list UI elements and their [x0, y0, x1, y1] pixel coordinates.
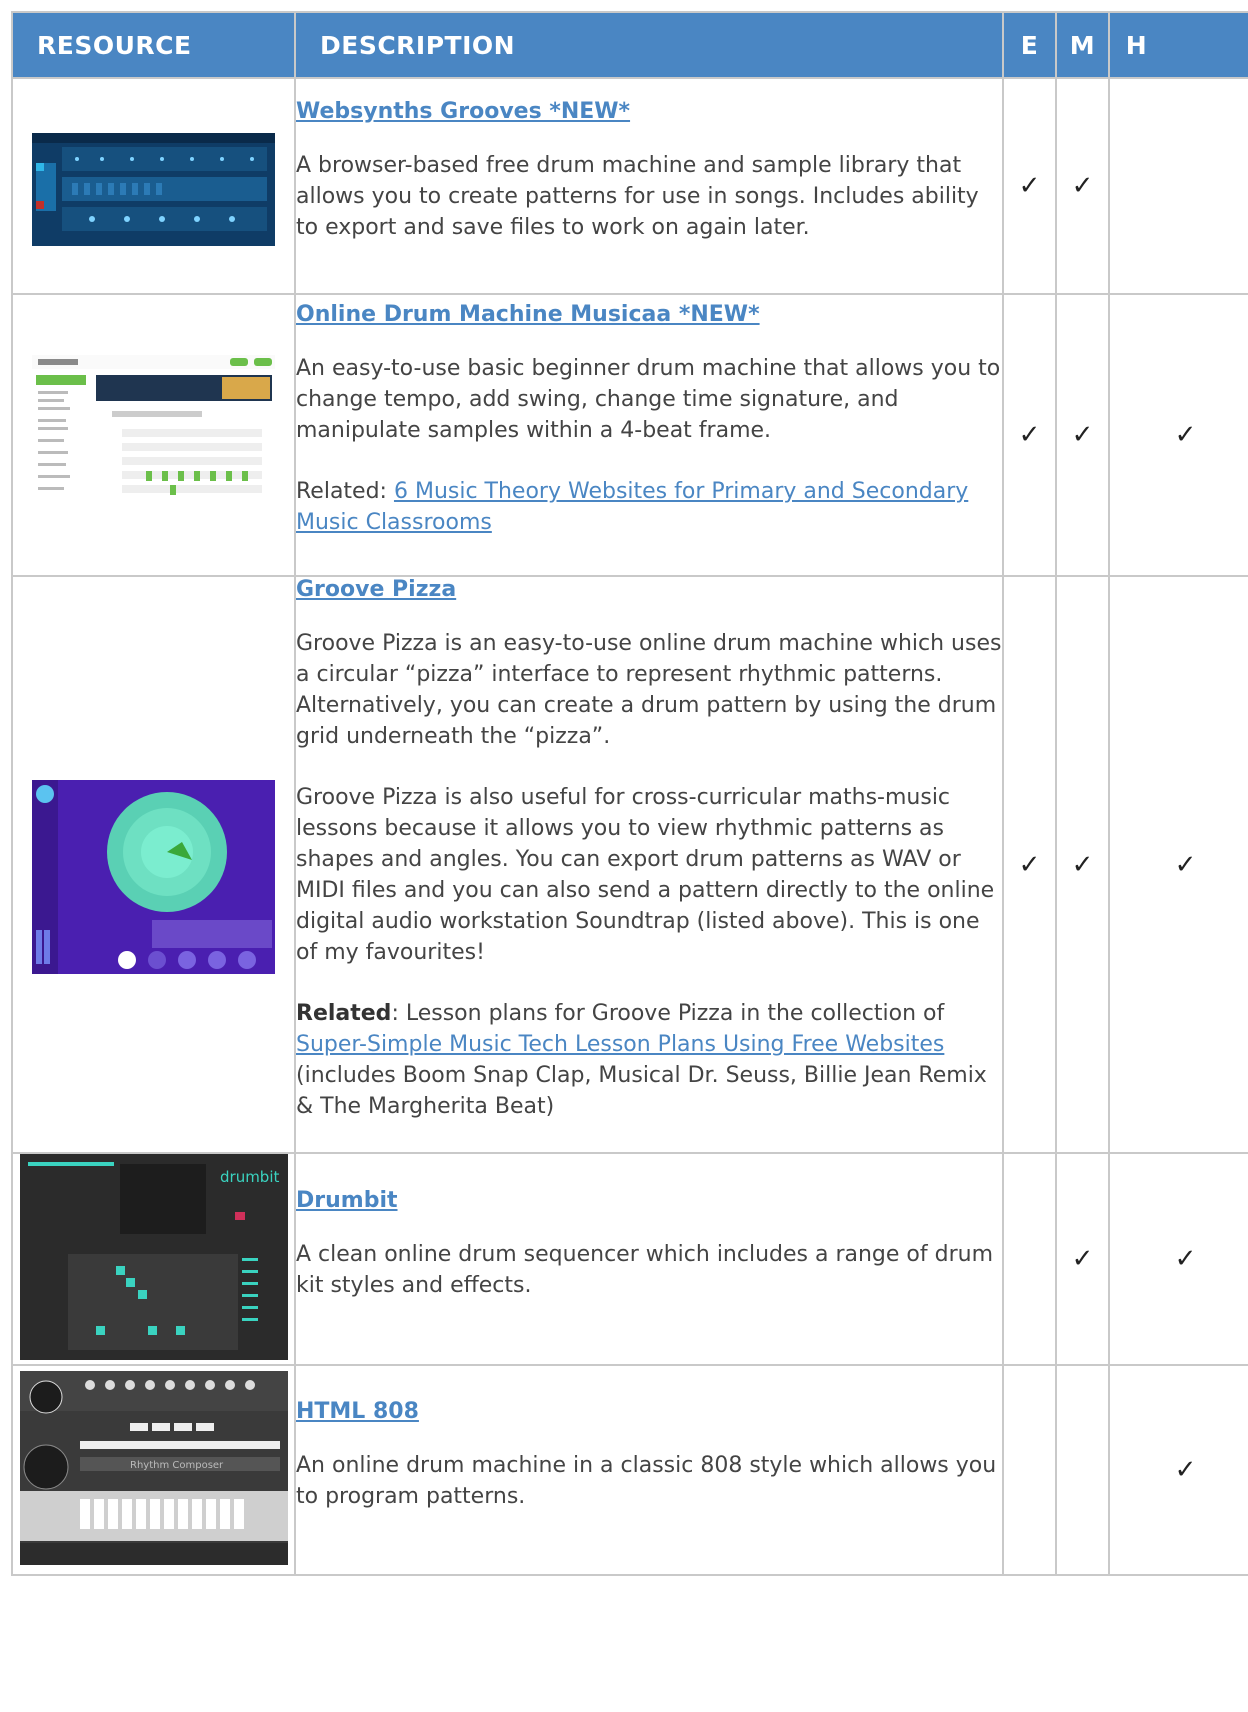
header-h-label: H	[1125, 30, 1148, 60]
check-e	[1002, 1364, 1057, 1576]
resource-description: An easy-to-use basic beginner drum machi…	[296, 356, 1001, 443]
check-h: ✓	[1108, 293, 1248, 577]
check-e: ✓	[1002, 293, 1057, 577]
groove-pizza-thumb-icon	[32, 779, 275, 974]
table-row: drumbit Drumbit A clean online drum sequ…	[11, 1152, 1248, 1366]
resource-link[interactable]: Websynths Grooves *NEW*	[296, 99, 1002, 124]
description-cell: HTML 808 An online drum machine in a cla…	[294, 1364, 1004, 1576]
check-e	[1002, 1152, 1057, 1366]
thumbnail-cell	[11, 293, 296, 577]
thumbnail-cell: Rhythm Composer	[11, 1364, 296, 1576]
check-e: ✓	[1002, 77, 1057, 295]
check-m: ✓	[1055, 1152, 1110, 1366]
thumbnail-cell	[11, 575, 296, 1154]
check-m: ✓	[1055, 77, 1110, 295]
description-cell: Groove Pizza Groove Pizza is an easy-to-…	[294, 575, 1004, 1154]
check-e: ✓	[1002, 575, 1057, 1154]
table-row: Groove Pizza Groove Pizza is an easy-to-…	[11, 575, 1248, 1154]
html808-thumb-icon: Rhythm Composer	[19, 1371, 288, 1565]
websynths-thumb-icon	[32, 132, 275, 246]
description-cell: Online Drum Machine Musicaa *NEW* An eas…	[294, 293, 1004, 577]
resource-description-2: Groove Pizza is also useful for cross-cu…	[296, 785, 995, 965]
musicca-thumb-icon	[32, 355, 275, 511]
thumbnail-cell	[11, 77, 296, 295]
table-row: Websynths Grooves *NEW* A browser-based …	[11, 77, 1248, 295]
table-row: Online Drum Machine Musicaa *NEW* An eas…	[11, 293, 1248, 577]
check-h: ✓	[1108, 575, 1248, 1154]
resource-link[interactable]: Online Drum Machine Musicaa *NEW*	[296, 302, 1002, 327]
check-h	[1108, 77, 1248, 295]
groove-pizza-screenshot[interactable]	[32, 779, 275, 974]
resource-link[interactable]: Drumbit	[296, 1188, 1002, 1213]
resource-description: A clean online drum sequencer which incl…	[296, 1241, 993, 1298]
header-description: DESCRIPTION	[294, 11, 1004, 79]
check-h: ✓	[1108, 1152, 1248, 1366]
resource-description: A browser-based free drum machine and sa…	[296, 153, 979, 240]
related-line: Related: 6 Music Theory Websites for Pri…	[296, 479, 969, 535]
related-link[interactable]: 6 Music Theory Websites for Primary and …	[296, 479, 968, 535]
websynths-screenshot[interactable]	[32, 132, 275, 246]
musicca-screenshot[interactable]	[32, 355, 275, 511]
drumbit-thumb-icon: drumbit	[19, 1154, 288, 1360]
resource-description: An online drum machine in a classic 808 …	[296, 1452, 997, 1509]
resource-table: RESOURCE DESCRIPTION E M H Websynths Gro…	[11, 11, 1248, 1576]
header-resource: RESOURCE	[11, 11, 296, 79]
resource-link[interactable]: HTML 808	[296, 1399, 1002, 1424]
related-link[interactable]: Super-Simple Music Tech Lesson Plans Usi…	[296, 1032, 944, 1057]
description-cell: Drumbit A clean online drum sequencer wh…	[294, 1152, 1004, 1366]
check-m: ✓	[1055, 293, 1110, 577]
check-h: ✓	[1108, 1364, 1248, 1576]
html808-brand: Rhythm Composer	[130, 1460, 224, 1471]
resource-description: Groove Pizza is an easy-to-use online dr…	[296, 631, 1002, 749]
check-m: ✓	[1055, 575, 1110, 1154]
description-cell: Websynths Grooves *NEW* A browser-based …	[294, 77, 1004, 295]
resource-link[interactable]: Groove Pizza	[296, 577, 1002, 602]
related-line: Related: Lesson plans for Groove Pizza i…	[296, 1001, 987, 1119]
html808-screenshot[interactable]: Rhythm Composer	[19, 1371, 288, 1565]
thumbnail-cell: drumbit	[11, 1152, 296, 1366]
drumbit-screenshot[interactable]: drumbit	[19, 1154, 288, 1360]
header-m: M	[1055, 11, 1110, 79]
drumbit-brand: drumbit	[220, 1168, 279, 1186]
header-row: RESOURCE DESCRIPTION E M H	[11, 11, 1248, 79]
table-row: Rhythm Composer HTML 808 An online drum …	[11, 1364, 1248, 1576]
header-h: H	[1108, 11, 1248, 79]
header-e: E	[1002, 11, 1057, 79]
check-m	[1055, 1364, 1110, 1576]
